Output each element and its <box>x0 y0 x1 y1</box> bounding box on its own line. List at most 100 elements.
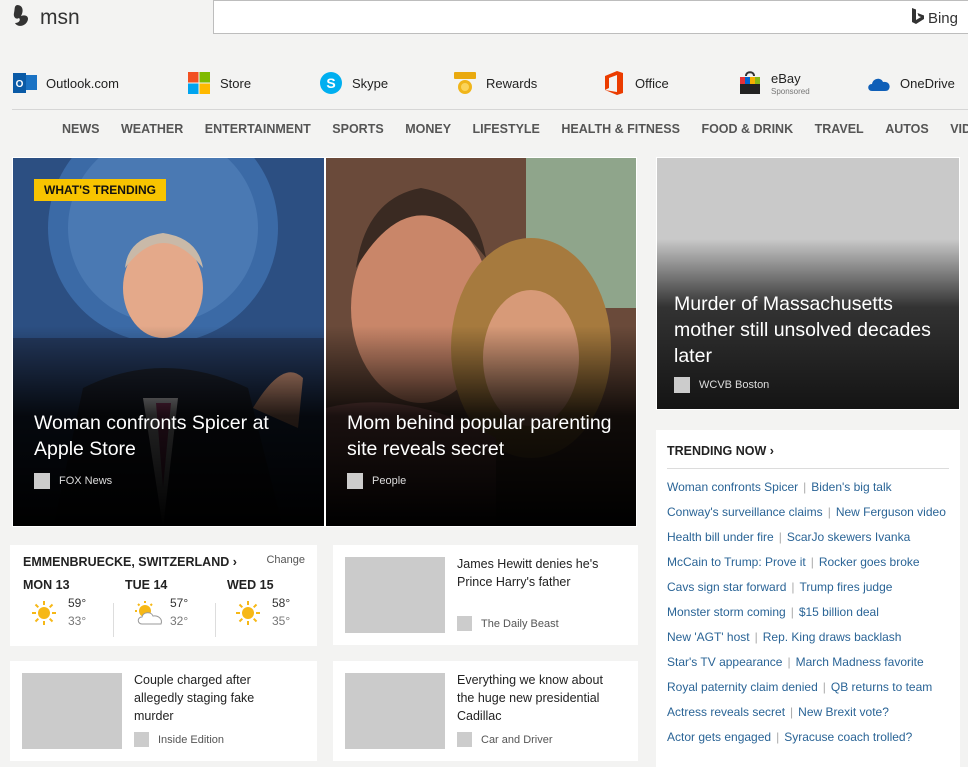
link-separator: | <box>822 680 826 694</box>
weather-day-label: WED 15 <box>227 578 274 592</box>
hero-story-parenting[interactable]: Mom behind popular parenting site reveal… <box>325 157 637 527</box>
link-separator: | <box>754 630 758 644</box>
trending-link[interactable]: March Madness favorite <box>796 655 924 669</box>
nav-weather[interactable]: WEATHER <box>121 122 183 136</box>
onedrive-cloud-icon <box>866 70 892 96</box>
trending-row: Royal paternity claim denied | QB returns … <box>667 680 932 694</box>
trending-link[interactable]: McCain to Trump: Prove it <box>667 555 806 569</box>
quicklink-label: Outlook.com <box>46 75 119 91</box>
nav-autos[interactable]: AUTOS <box>885 122 929 136</box>
trending-link[interactable]: Monster storm coming <box>667 605 786 619</box>
sponsored-label: Sponsored <box>771 86 810 96</box>
weather-low: 33° <box>68 614 87 628</box>
change-location-link[interactable]: Change <box>266 554 305 566</box>
story-thumbnail <box>345 673 445 749</box>
source-name: The Daily Beast <box>481 617 559 630</box>
trending-row: Conway's surveillance claims | New Ferguso… <box>667 505 946 519</box>
svg-text:S: S <box>326 75 335 91</box>
sunny-icon <box>32 601 56 625</box>
trending-link[interactable]: $15 billion deal <box>799 605 879 619</box>
weather-high: 58° <box>272 596 291 610</box>
nav-health-fitness[interactable]: HEALTH & FITNESS <box>561 122 680 136</box>
sunny-icon <box>236 601 260 625</box>
trending-link[interactable]: Rocker goes broke <box>819 555 920 569</box>
category-nav: NEWS WEATHER ENTERTAINMENT SPORTS MONEY … <box>62 122 968 136</box>
nav-news[interactable]: NEWS <box>62 122 100 136</box>
source-logo-placeholder <box>34 473 50 489</box>
weather-day-label: MON 13 <box>23 578 70 592</box>
trending-link[interactable]: Actor gets engaged <box>667 730 771 744</box>
bing-label: Bing <box>927 9 958 27</box>
story-card-hewitt[interactable]: James Hewitt denies he's Prince Harry's … <box>333 545 638 645</box>
trending-link[interactable]: Syracuse coach trolled? <box>784 730 912 744</box>
ebay-bag-icon <box>737 70 763 96</box>
trending-link[interactable]: Actress reveals secret <box>667 705 785 719</box>
bing-search-button[interactable]: Bing <box>911 7 958 29</box>
quicklink-store[interactable]: Store <box>186 70 251 96</box>
trending-link[interactable]: New Ferguson video <box>836 505 946 519</box>
trending-row: Health bill under fire | ScarJo skewers Iv… <box>667 530 910 544</box>
trending-link[interactable]: QB returns to team <box>831 680 932 694</box>
quicklink-ebay[interactable]: eBay Sponsored <box>737 70 810 96</box>
source-attribution: Car and Driver <box>457 732 553 747</box>
source-logo-placeholder <box>134 732 149 747</box>
quicklink-office[interactable]: Office <box>601 70 669 96</box>
source-logo-placeholder <box>674 377 690 393</box>
nav-sports[interactable]: SPORTS <box>332 122 383 136</box>
search-input[interactable]: Bing <box>213 0 968 34</box>
trending-link[interactable]: New 'AGT' host <box>667 630 750 644</box>
trending-link[interactable]: ScarJo skewers Ivanka <box>787 530 910 544</box>
quicklink-label: OneDrive <box>900 75 955 91</box>
quicklink-skype[interactable]: S Skype <box>318 70 388 96</box>
story-card-couple[interactable]: Couple charged after allegedly staging f… <box>10 661 317 761</box>
weather-high: 57° <box>170 596 189 610</box>
trending-link[interactable]: Biden's big talk <box>811 480 891 494</box>
quicklink-rewards[interactable]: Rewards <box>452 70 537 96</box>
trending-link[interactable]: Star's TV appearance <box>667 655 782 669</box>
trending-link[interactable]: Rep. King draws backlash <box>763 630 902 644</box>
source-attribution: Inside Edition <box>134 732 224 747</box>
source-name: Inside Edition <box>158 733 225 746</box>
hero-headline: Mom behind popular parenting site reveal… <box>347 412 612 460</box>
source-attribution: People <box>347 473 406 489</box>
trending-row: Actress reveals secret | New Brexit vote? <box>667 705 889 719</box>
hero-story-spicer[interactable]: WHAT'S TRENDING Woman confronts Spicer a… <box>12 157 325 527</box>
weather-location[interactable]: EMMENBRUECKE, SWITZERLAND › <box>23 555 237 569</box>
trending-row: Actor gets engaged | Syracuse coach trolle… <box>667 730 912 744</box>
trending-link[interactable]: Cavs sign star forward <box>667 580 786 594</box>
whats-trending-badge: WHAT'S TRENDING <box>34 179 166 201</box>
nav-lifestyle[interactable]: LIFESTYLE <box>473 122 540 136</box>
trending-link[interactable]: Woman confronts Spicer <box>667 480 798 494</box>
nav-money[interactable]: MONEY <box>405 122 451 136</box>
trending-link[interactable]: Trump fires judge <box>800 580 893 594</box>
trending-now-title[interactable]: TRENDING NOW › <box>667 444 774 458</box>
quicklink-outlook[interactable]: O Outlook.com <box>12 70 119 96</box>
nav-video[interactable]: VIDEO <box>950 122 968 136</box>
quicklink-label: Store <box>220 75 252 91</box>
quicklink-onedrive[interactable]: OneDrive <box>866 70 955 96</box>
story-thumbnail <box>22 673 122 749</box>
bing-b-icon <box>911 7 925 29</box>
trending-link[interactable]: New Brexit vote? <box>798 705 889 719</box>
story-title: Couple charged after allegedly staging f… <box>134 673 255 723</box>
trending-link[interactable]: Conway's surveillance claims <box>667 505 823 519</box>
source-name: Car and Driver <box>481 733 553 746</box>
rewards-medal-icon <box>452 70 478 96</box>
msn-logo[interactable]: msn <box>12 4 80 31</box>
trending-link[interactable]: Health bill under fire <box>667 530 774 544</box>
link-separator: | <box>827 505 831 519</box>
nav-entertainment[interactable]: ENTERTAINMENT <box>205 122 311 136</box>
skype-icon: S <box>318 70 344 96</box>
msn-logo-text: msn <box>40 6 80 29</box>
story-tile-massachusetts[interactable]: Murder of Massachusetts mother still uns… <box>656 157 960 410</box>
trending-link[interactable]: Royal paternity claim denied <box>667 680 818 694</box>
story-card-cadillac[interactable]: Everything we know about the huge new pr… <box>333 661 638 761</box>
nav-travel[interactable]: TRAVEL <box>815 122 864 136</box>
link-separator: | <box>790 705 794 719</box>
weather-day: MON 13 59° 33° <box>23 578 119 628</box>
quicklink-label: eBay <box>771 70 801 86</box>
nav-food-drink[interactable]: FOOD & DRINK <box>701 122 793 136</box>
weather-card[interactable]: EMMENBRUECKE, SWITZERLAND › Change MON 1… <box>10 545 317 646</box>
link-separator: | <box>778 530 782 544</box>
outlook-icon: O <box>12 70 38 96</box>
